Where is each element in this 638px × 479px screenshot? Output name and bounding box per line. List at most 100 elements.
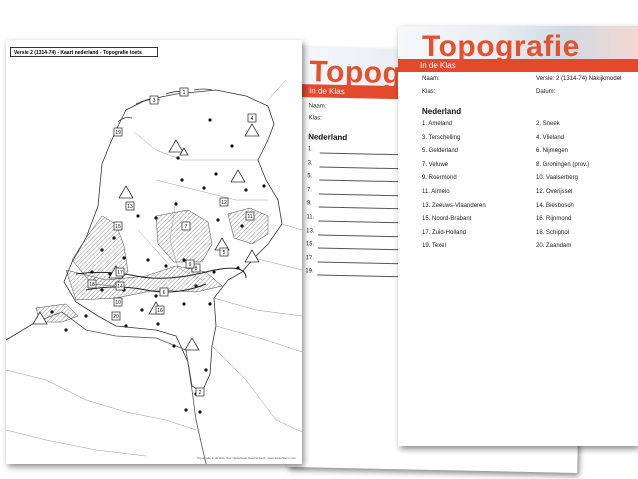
- map-number-box: 3: [149, 95, 159, 105]
- location-dot: [182, 302, 186, 306]
- map-number-box: 11: [245, 211, 255, 221]
- map-header: Versie 2 (1314-74) - Kaart nederland - T…: [10, 47, 158, 57]
- location-dot: [136, 214, 140, 218]
- location-dot: [182, 258, 186, 262]
- map-number-box: 4: [247, 113, 257, 123]
- location-dot: [164, 264, 168, 268]
- map-number-box: 17: [115, 267, 125, 277]
- blank-row-number: 17.: [305, 255, 314, 262]
- location-dot: [172, 344, 176, 348]
- location-dot: [240, 224, 244, 228]
- location-dot: [208, 118, 212, 122]
- location-dot: [108, 272, 112, 276]
- blank-row-number: 3.: [307, 159, 313, 166]
- country-outline: [6, 79, 302, 464]
- answer-item: 7. Veluwe: [422, 161, 449, 168]
- location-dot: [100, 248, 104, 252]
- location-dot: [100, 288, 104, 292]
- section-heading: Nederland: [308, 132, 348, 143]
- location-dot: [262, 184, 266, 188]
- blank-row-number: 15.: [305, 241, 315, 248]
- map-number-label: 17: [117, 270, 123, 276]
- klas-label: Klas:: [308, 115, 322, 122]
- map-number-label: 13: [127, 204, 133, 210]
- location-dot: [124, 324, 128, 328]
- map-number-box: 1: [179, 87, 189, 97]
- map-number-box: 2: [195, 387, 205, 397]
- location-dot: [174, 202, 178, 206]
- klas-label: Klas:: [422, 89, 436, 95]
- map-number-box: 16: [155, 305, 165, 315]
- location-dot: [154, 216, 158, 220]
- answer-item: 14. Biesbosch: [536, 202, 574, 209]
- answer-item: 19. Texel: [422, 243, 446, 250]
- location-dot: [198, 410, 202, 414]
- map-number-label: 12: [221, 200, 227, 206]
- location-dot: [84, 314, 88, 318]
- map-number-label: 1: [183, 90, 186, 96]
- answer-item: 9. Roermond: [422, 175, 457, 182]
- blank-row-number: 19.: [305, 268, 314, 275]
- location-dot: [156, 322, 160, 326]
- location-dot: [180, 178, 184, 182]
- location-dot: [140, 308, 144, 312]
- location-dot: [90, 270, 94, 274]
- map-number-label: 15: [115, 224, 121, 230]
- location-dot: [64, 328, 68, 332]
- naam-label: Naam:: [308, 103, 327, 110]
- map-number-label: 8: [195, 266, 198, 272]
- map-number-label: 19: [115, 130, 121, 136]
- blank-row-number: 13.: [306, 227, 315, 235]
- map-number-box: 18: [87, 279, 97, 289]
- answer-item: 17. Zuid-Holland: [422, 229, 467, 236]
- answer-item: 13. Zeeuws-Vlaanderen: [422, 202, 486, 209]
- location-dot: [122, 256, 126, 260]
- map-number-box: 14: [115, 281, 125, 291]
- map-number-box: 13: [125, 201, 135, 211]
- map-number-box: 15: [113, 221, 123, 231]
- answer-subtitle: In de Klas: [398, 59, 638, 72]
- location-dot: [146, 258, 150, 262]
- location-dot: [214, 172, 218, 176]
- answer-item: 4. Vlieland: [536, 134, 565, 141]
- location-dot: [112, 236, 116, 240]
- location-dot: [176, 156, 180, 160]
- map-number-label: 14: [117, 284, 123, 290]
- map-number-box: 6: [159, 287, 169, 297]
- answer-item: 16. Rijnmond: [536, 216, 572, 223]
- answer-item: 12. Overijssel: [536, 189, 573, 195]
- location-dot: [236, 266, 240, 270]
- answer-item: 1. Ameland: [422, 121, 453, 127]
- location-dot: [194, 284, 198, 288]
- map-number-box: 9: [185, 259, 195, 269]
- map-number-box: 12: [219, 197, 229, 207]
- answer-item: 3. Terschelling: [422, 134, 461, 141]
- datum-label: Datum:: [536, 89, 556, 95]
- map-footer: Topografie in de klas, Stor Nederland, N…: [196, 456, 296, 460]
- map-number-label: 2: [199, 390, 202, 396]
- answer-item: 18. Schiphol: [536, 229, 570, 236]
- map-number-box: 5: [219, 247, 229, 257]
- map-number-box: 10: [113, 297, 123, 307]
- map-number-box: 20: [111, 311, 121, 321]
- location-dot: [216, 218, 220, 222]
- answer-sheet: Topografie In de Klas Naam: Versie: 2 (1…: [398, 26, 638, 446]
- section-heading: Nederland: [422, 107, 462, 116]
- answer-item: 11. Almelo: [422, 189, 450, 195]
- map-number-label: 10: [115, 300, 121, 306]
- map-number-label: 11: [247, 214, 252, 220]
- map-number-label: 5: [223, 250, 226, 256]
- blank-row-number: 1.: [307, 146, 313, 153]
- map-number-label: 7: [185, 224, 188, 230]
- map-number-label: 4: [251, 116, 254, 122]
- netherlands-map: 3 1 19 4 7 12 15 13 11 5 17 14 18 16 2 6 8 10 9 20: [6, 79, 302, 464]
- blank-row-number: 7.: [306, 187, 313, 194]
- map-number-box: 19: [113, 127, 123, 137]
- location-dot: [208, 302, 212, 306]
- location-dot: [204, 368, 208, 372]
- map-number-box: 7: [181, 221, 191, 231]
- blank-row-number: 5.: [307, 173, 313, 180]
- map-number-label: 16: [157, 308, 163, 314]
- answer-item: 15. Noord-Brabant: [422, 216, 472, 223]
- answer-item: 5. Gelderland: [422, 148, 459, 155]
